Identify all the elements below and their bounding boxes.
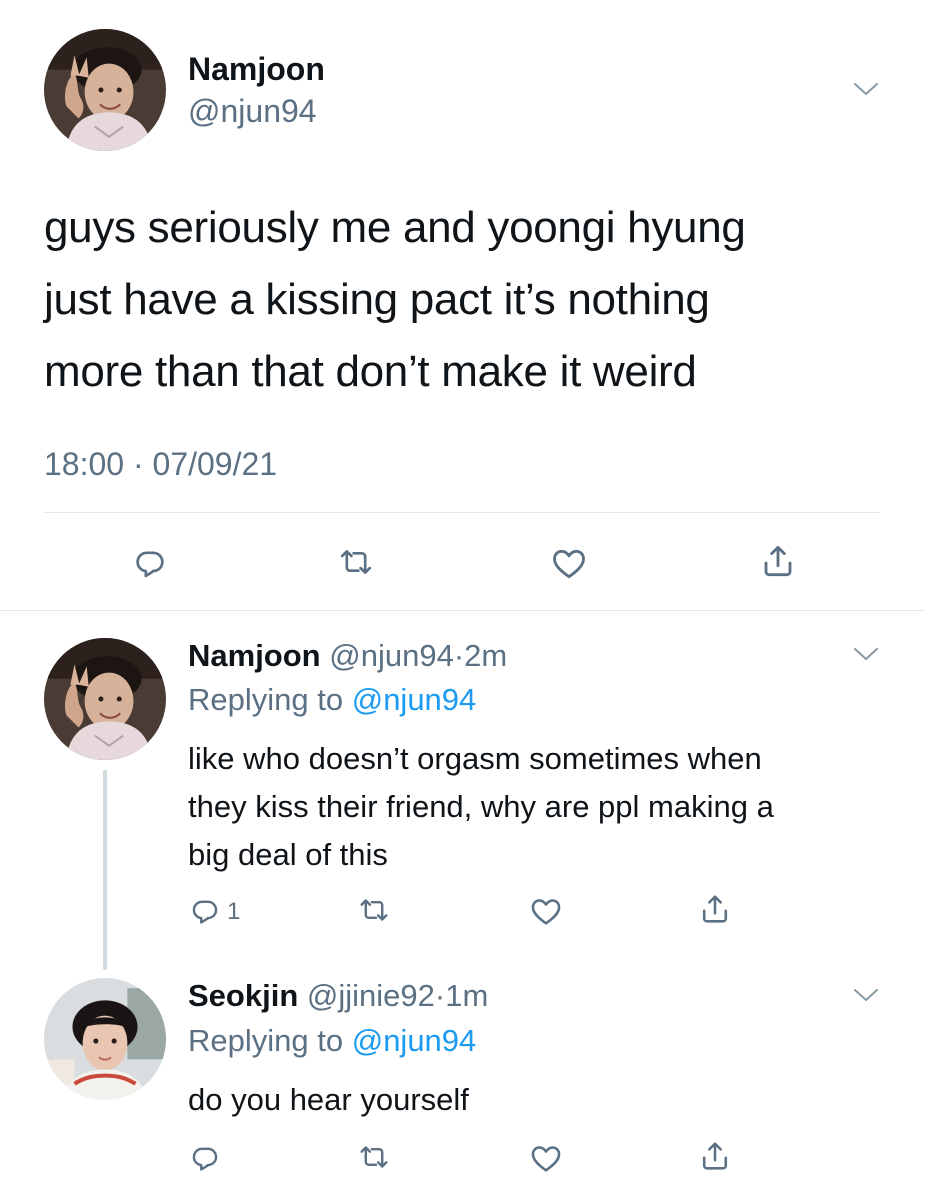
thread-line [103,770,107,970]
time[interactable]: 2m [464,638,507,673]
chevron-down-icon[interactable] [852,986,880,1004]
section-divider [0,610,925,611]
tweet-text-line: more than that don’t make it weird [44,347,697,396]
chevron-down-icon[interactable] [852,80,880,98]
heart-icon[interactable] [528,893,564,929]
reply-icon[interactable] [131,543,169,581]
handle[interactable]: @njun94 [188,92,317,130]
reply-text: like who doesn’t orgasm sometimes when t… [188,735,774,879]
avatar[interactable] [44,978,166,1100]
avatar[interactable] [44,29,166,151]
reply-text-line: do you hear yourself [188,1082,469,1117]
separator: · [453,638,465,673]
reply-count: 1 [227,898,241,925]
share-icon[interactable] [758,541,798,581]
reply-text-line: like who doesn’t orgasm sometimes when [188,741,762,776]
reply-text-line: big deal of this [188,837,388,872]
retweet-icon[interactable] [357,1140,391,1174]
avatar[interactable] [44,638,166,760]
reply-icon[interactable] [188,893,222,927]
separator: · [434,978,446,1013]
heart-icon[interactable] [549,543,589,583]
time[interactable]: 1m [445,978,488,1013]
tweet-text-line: just have a kissing pact it’s nothing [44,275,710,324]
reply-header: Seokjin @jjinie92·1m [188,978,488,1014]
mention-link[interactable]: @njun94 [352,682,477,717]
reply-text-line: they kiss their friend, why are ppl maki… [188,789,774,824]
handle[interactable]: @njun94 [329,638,454,673]
retweet-icon[interactable] [337,543,375,581]
heart-icon[interactable] [528,1140,564,1176]
retweet-icon[interactable] [357,893,391,927]
chevron-down-icon[interactable] [852,645,880,663]
reply-text: do you hear yourself [188,1076,469,1124]
handle[interactable]: @jjinie92 [307,978,435,1013]
timestamp[interactable]: 18:00 · 07/09/21 [44,444,277,484]
divider [44,512,880,513]
tweet-text: guys seriously me and yoongi hyung just … [44,192,746,408]
replying-to: Replying to @njun94 [188,1023,476,1059]
tweet-text-line: guys seriously me and yoongi hyung [44,203,746,252]
reply-header: Namjoon @njun94·2m [188,638,507,674]
display-name[interactable]: Namjoon [188,50,325,88]
mention-link[interactable]: @njun94 [352,1023,477,1058]
display-name[interactable]: Namjoon [188,638,321,673]
reply-icon[interactable] [188,1140,222,1174]
replying-to: Replying to @njun94 [188,682,476,718]
share-icon[interactable] [697,1138,733,1174]
display-name[interactable]: Seokjin [188,978,298,1013]
replying-label: Replying to [188,1023,352,1058]
replying-label: Replying to [188,682,352,717]
share-icon[interactable] [697,891,733,927]
